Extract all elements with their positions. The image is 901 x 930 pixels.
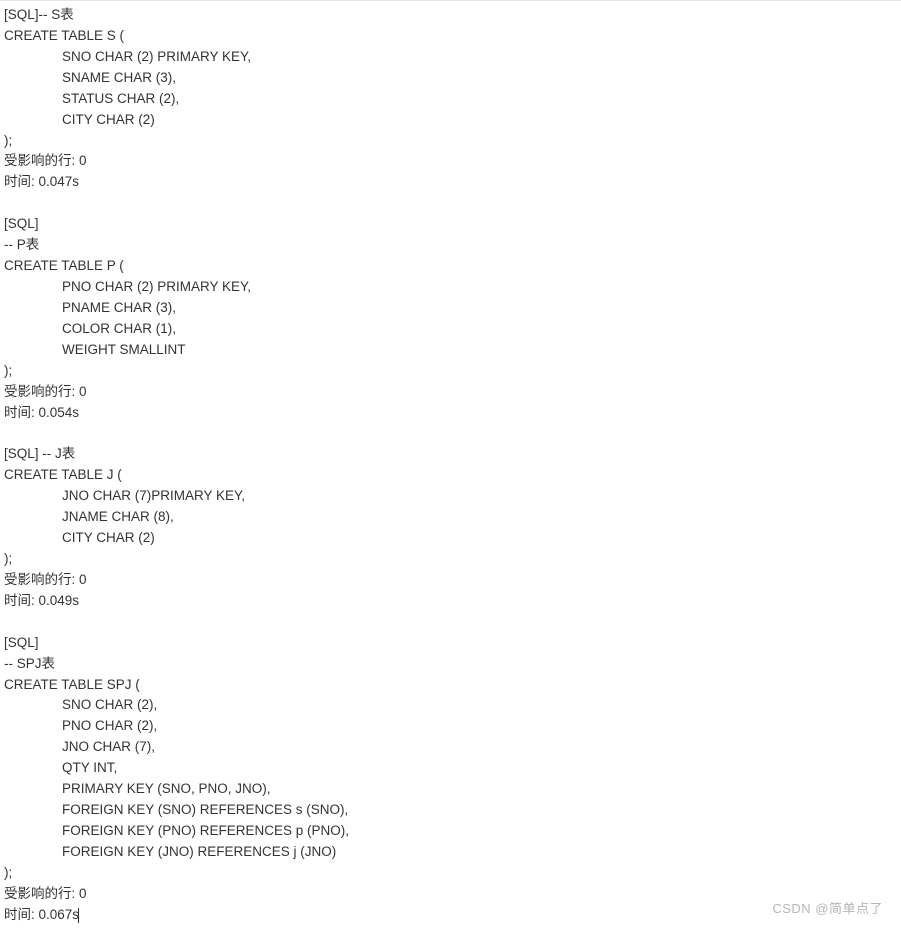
close-paren: ); (4, 863, 893, 884)
create-table: CREATE TABLE J ( (4, 465, 893, 486)
column-def: FOREIGN KEY (JNO) REFERENCES j (JNO) (4, 842, 893, 863)
exec-time: 时间: 0.047s (4, 172, 893, 193)
affected-rows: 受影响的行: 0 (4, 570, 893, 591)
column-def: QTY INT, (4, 758, 893, 779)
sql-comment: -- SPJ表 (4, 654, 893, 675)
sql-block: [SQL]-- SPJ表CREATE TABLE SPJ (SNO CHAR (… (4, 633, 893, 926)
blank-line (4, 193, 893, 214)
affected-rows: 受影响的行: 0 (4, 884, 893, 905)
blank-line (4, 612, 893, 633)
sql-header: [SQL] (4, 214, 893, 235)
column-def: STATUS CHAR (2), (4, 89, 893, 110)
sql-block: [SQL] -- J表CREATE TABLE J (JNO CHAR (7)P… (4, 444, 893, 611)
column-def: SNAME CHAR (3), (4, 68, 893, 89)
column-def: WEIGHT SMALLINT (4, 340, 893, 361)
column-def: SNO CHAR (2), (4, 695, 893, 716)
column-def: CITY CHAR (2) (4, 528, 893, 549)
blank-line (4, 423, 893, 444)
column-def: SNO CHAR (2) PRIMARY KEY, (4, 47, 893, 68)
create-table: CREATE TABLE P ( (4, 256, 893, 277)
close-paren: ); (4, 131, 893, 152)
sql-header: [SQL] -- J表 (4, 444, 893, 465)
column-def: JNO CHAR (7)PRIMARY KEY, (4, 486, 893, 507)
affected-rows: 受影响的行: 0 (4, 151, 893, 172)
column-def: PNO CHAR (2), (4, 716, 893, 737)
create-table: CREATE TABLE SPJ ( (4, 675, 893, 696)
close-paren: ); (4, 549, 893, 570)
sql-comment: -- P表 (4, 235, 893, 256)
column-def: FOREIGN KEY (SNO) REFERENCES s (SNO), (4, 800, 893, 821)
sql-block: [SQL]-- S表CREATE TABLE S (SNO CHAR (2) P… (4, 5, 893, 193)
column-def: PNAME CHAR (3), (4, 298, 893, 319)
column-def: JNAME CHAR (8), (4, 507, 893, 528)
exec-time: 时间: 0.067s (4, 905, 893, 926)
sql-header: [SQL]-- S表 (4, 5, 893, 26)
affected-rows: 受影响的行: 0 (4, 382, 893, 403)
column-def: COLOR CHAR (1), (4, 319, 893, 340)
column-def: CITY CHAR (2) (4, 110, 893, 131)
column-def: FOREIGN KEY (PNO) REFERENCES p (PNO), (4, 821, 893, 842)
column-def: PNO CHAR (2) PRIMARY KEY, (4, 277, 893, 298)
sql-block: [SQL]-- P表CREATE TABLE P (PNO CHAR (2) P… (4, 214, 893, 423)
close-paren: ); (4, 361, 893, 382)
exec-time: 时间: 0.049s (4, 591, 893, 612)
sql-header: [SQL] (4, 633, 893, 654)
exec-time: 时间: 0.054s (4, 403, 893, 424)
create-table: CREATE TABLE S ( (4, 26, 893, 47)
text-cursor (78, 908, 79, 923)
column-def: PRIMARY KEY (SNO, PNO, JNO), (4, 779, 893, 800)
column-def: JNO CHAR (7), (4, 737, 893, 758)
sql-output-panel: [SQL]-- S表CREATE TABLE S (SNO CHAR (2) P… (4, 5, 893, 926)
